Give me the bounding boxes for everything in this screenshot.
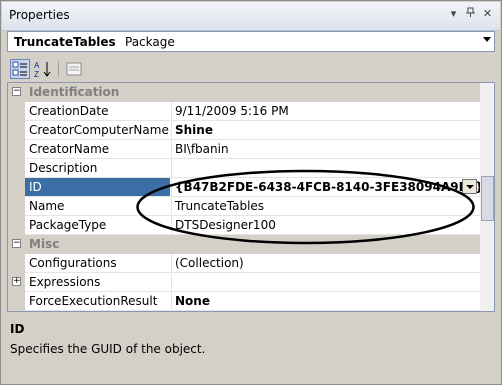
- property-name: Configurations: [29, 256, 117, 270]
- category-label: Identification: [29, 85, 120, 99]
- property-row-expressions[interactable]: + Expressions: [8, 273, 480, 292]
- property-name: Expressions: [29, 275, 101, 289]
- title-bar[interactable]: Properties ▾ ✕: [2, 2, 500, 31]
- object-name: TruncateTables: [14, 35, 116, 49]
- property-row-forceexecutionresult[interactable]: ForceExecutionResult None: [8, 292, 480, 311]
- property-name: ID: [29, 180, 42, 194]
- property-row-id[interactable]: ID {B47B2FDE-6438-4FCB-8140-3FE38094A9EF…: [8, 178, 484, 197]
- window-title: Properties: [9, 8, 70, 22]
- property-name: Name: [29, 199, 65, 213]
- category-gutter: −: [8, 235, 25, 254]
- property-value[interactable]: TruncateTables: [175, 199, 264, 213]
- property-name: CreatorComputerName: [29, 123, 169, 137]
- property-row-packagetype[interactable]: PackageType DTSDesigner100: [8, 216, 480, 235]
- properties-window: Properties ▾ ✕ TruncateTables Package A …: [0, 0, 502, 385]
- description-title: ID: [10, 322, 25, 336]
- chevron-down-icon[interactable]: [483, 37, 491, 42]
- property-value[interactable]: DTSDesigner100: [175, 218, 276, 232]
- property-value[interactable]: {B47B2FDE-6438-4FCB-8140-3FE38094A9EF}: [175, 180, 484, 194]
- property-value[interactable]: 9/11/2009 5:16 PM: [175, 104, 289, 118]
- property-value[interactable]: None: [175, 294, 210, 308]
- pin-icon[interactable]: [464, 7, 477, 20]
- category-misc[interactable]: − Misc: [8, 235, 480, 254]
- expand-icon[interactable]: +: [12, 277, 21, 286]
- property-name: Description: [29, 161, 98, 175]
- description-pane: ID Specifies the GUID of the object.: [7, 317, 495, 380]
- property-value[interactable]: (Collection): [175, 256, 244, 270]
- category-identification[interactable]: − Identification: [8, 83, 480, 102]
- collapse-icon[interactable]: −: [12, 87, 21, 96]
- close-icon[interactable]: ✕: [481, 7, 494, 20]
- object-type: Package: [125, 35, 175, 49]
- vertical-scrollbar[interactable]: [480, 83, 494, 311]
- property-name: CreatorName: [29, 142, 110, 156]
- property-value[interactable]: Shine: [175, 123, 213, 137]
- property-name: CreationDate: [29, 104, 109, 118]
- scrollbar-thumb[interactable]: [481, 176, 494, 221]
- description-text: Specifies the GUID of the object.: [10, 342, 206, 356]
- property-grid: − Identification CreationDate 9/11/2009 …: [7, 82, 495, 312]
- dropdown-icon[interactable]: ▾: [447, 7, 460, 20]
- property-row-creatorname[interactable]: CreatorName BI\fbanin: [8, 140, 480, 159]
- property-row-configurations[interactable]: Configurations (Collection): [8, 254, 480, 273]
- collapse-icon[interactable]: −: [12, 239, 21, 248]
- property-row-name[interactable]: Name TruncateTables: [8, 197, 480, 216]
- toolbar-separator: [58, 61, 59, 77]
- svg-text:Z: Z: [34, 70, 39, 79]
- property-row-creationdate[interactable]: CreationDate 9/11/2009 5:16 PM: [8, 102, 480, 121]
- category-gutter: −: [8, 83, 25, 102]
- dropdown-button[interactable]: [462, 179, 477, 194]
- svg-text:A: A: [34, 61, 40, 70]
- property-name: PackageType: [29, 218, 107, 232]
- chevron-down-icon: [466, 185, 474, 189]
- categorized-icon[interactable]: [10, 59, 30, 79]
- property-pages-icon[interactable]: [64, 59, 84, 79]
- object-selector[interactable]: TruncateTables Package: [7, 31, 495, 52]
- property-value[interactable]: BI\fbanin: [175, 142, 229, 156]
- alphabetical-icon[interactable]: A Z: [33, 59, 53, 79]
- property-name: ForceExecutionResult: [29, 294, 158, 308]
- property-row-description[interactable]: Description: [8, 159, 480, 178]
- category-label: Misc: [29, 237, 60, 251]
- property-row-creatorcomputername[interactable]: CreatorComputerName Shine: [8, 121, 480, 140]
- properties-toolbar: A Z: [7, 57, 495, 81]
